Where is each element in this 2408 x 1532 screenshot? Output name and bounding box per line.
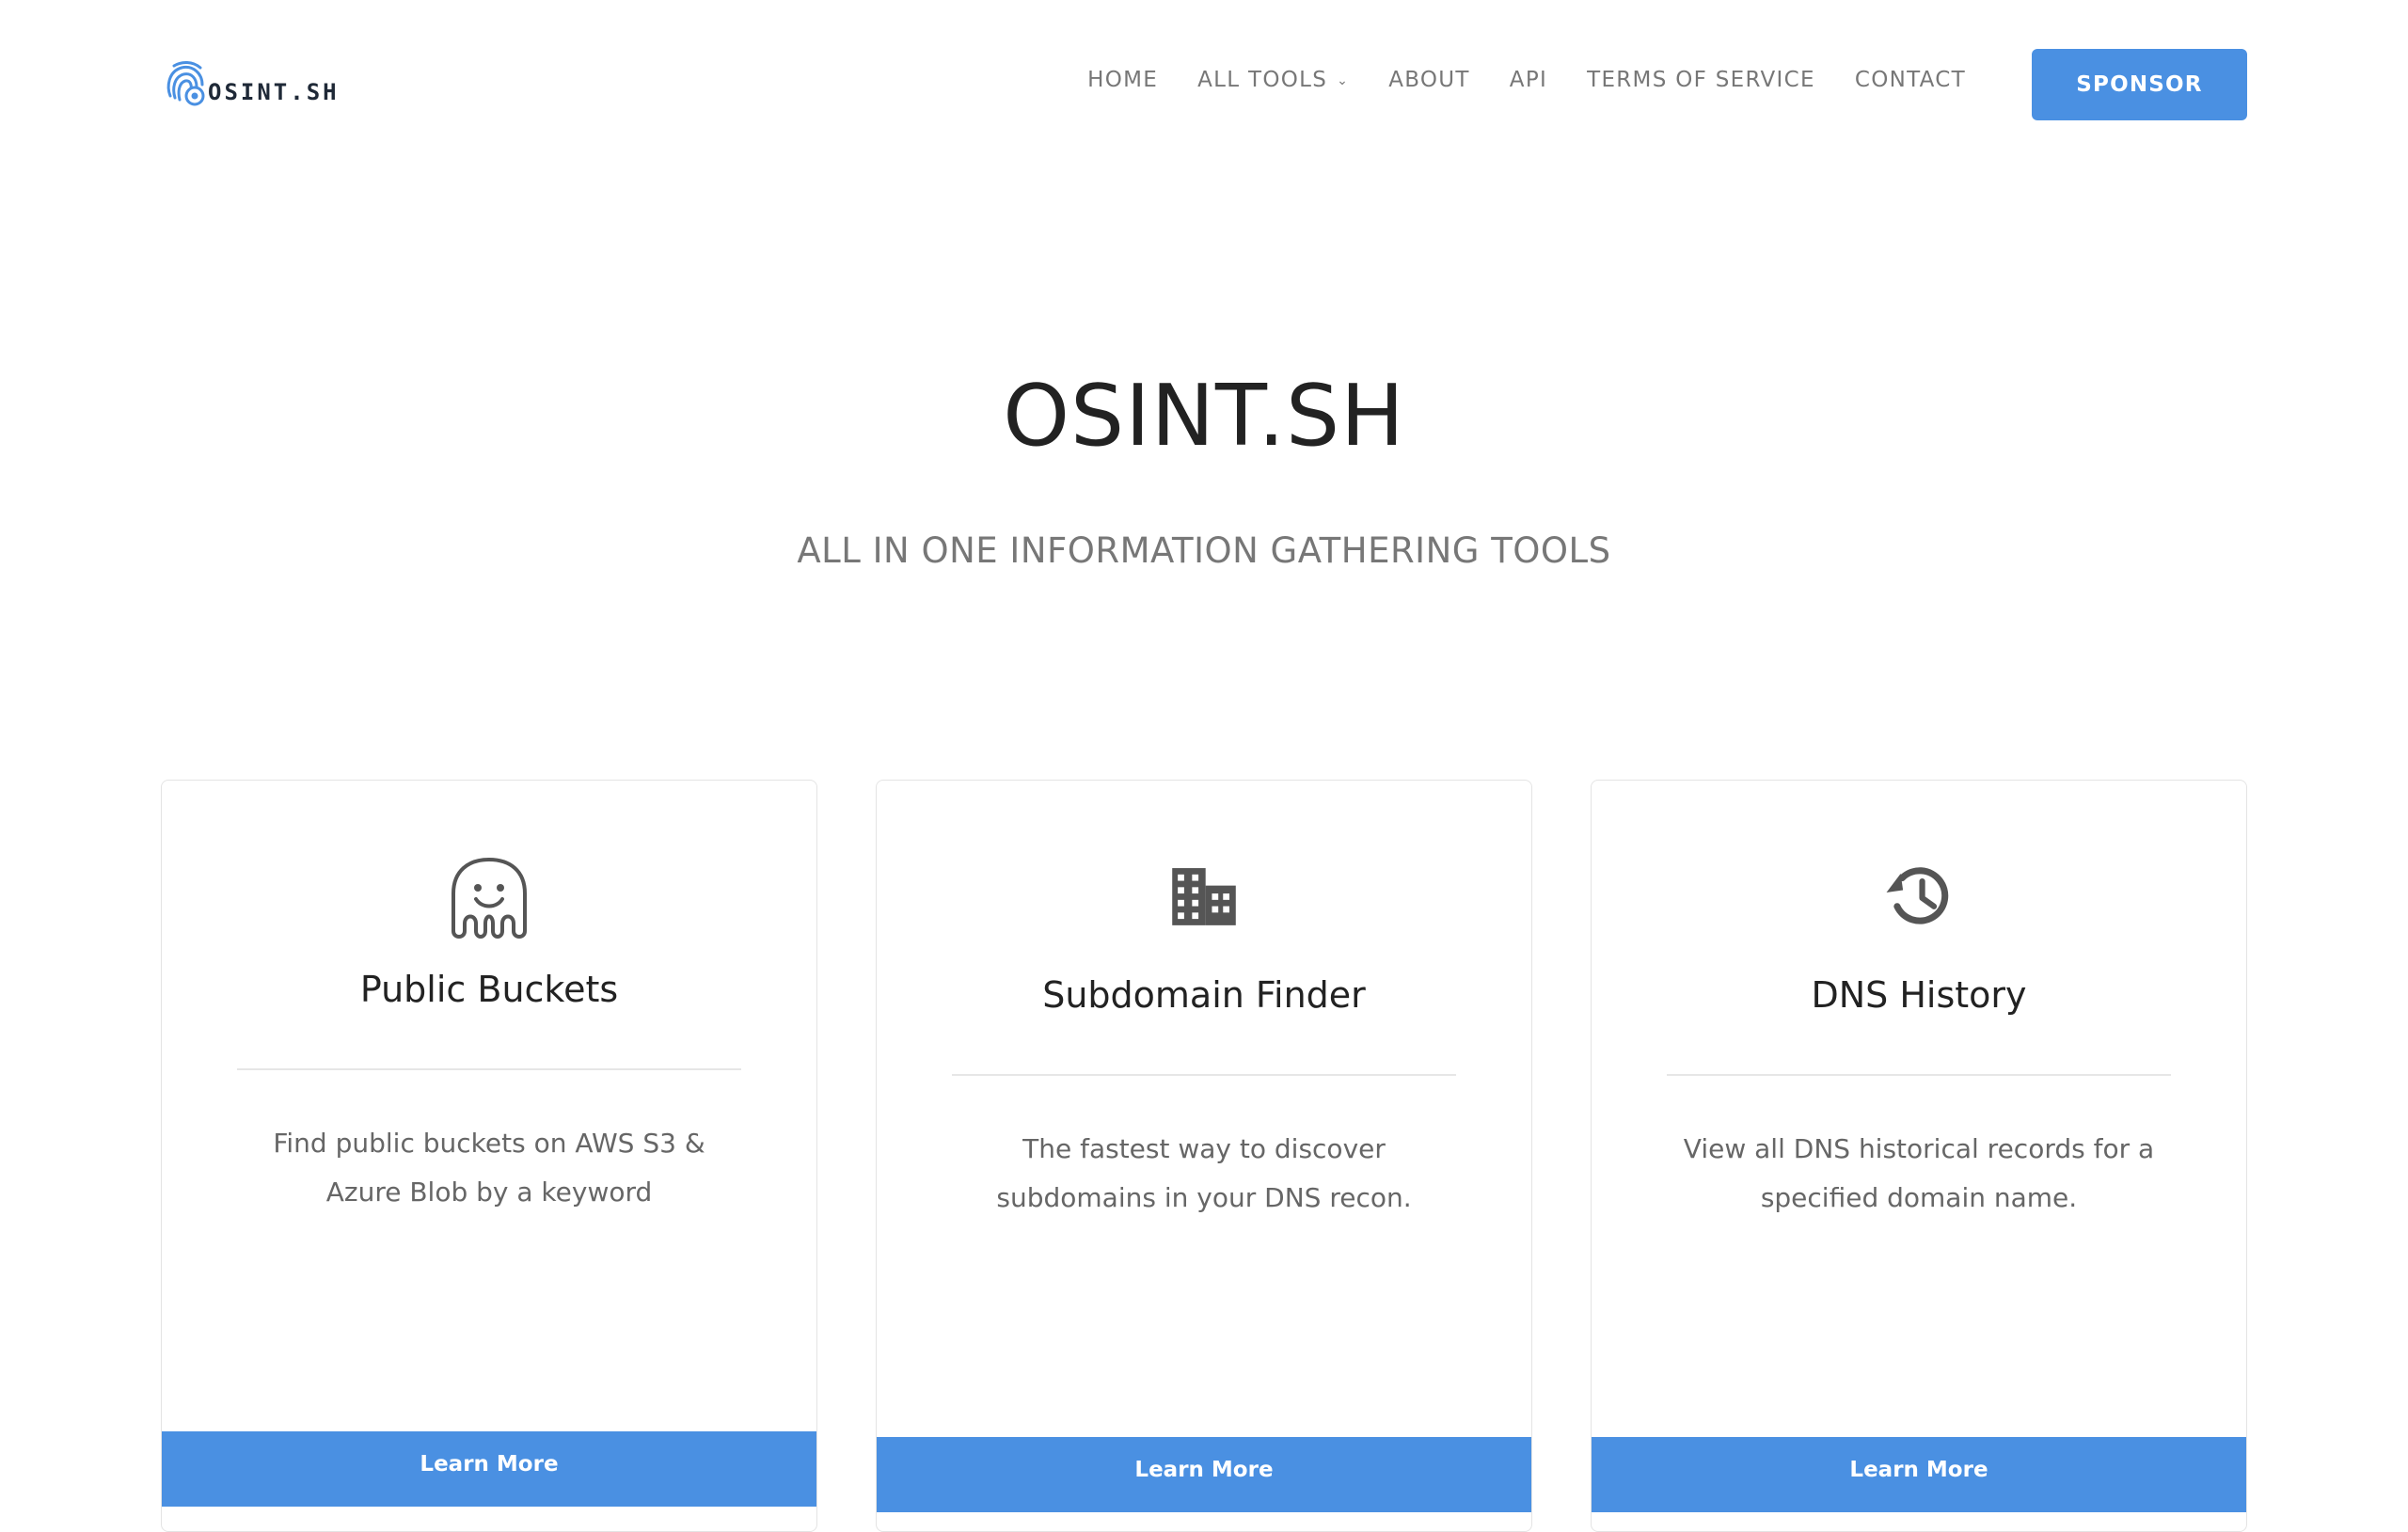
nav-contact-label: CONTACT — [1854, 68, 1966, 92]
learn-more-button[interactable]: Learn More — [1592, 1437, 2246, 1512]
learn-more-button[interactable]: Learn More — [877, 1437, 1531, 1512]
card-divider — [237, 1068, 741, 1070]
nav-home-label: HOME — [1087, 68, 1159, 92]
nav-terms[interactable]: TERMS OF SERVICE — [1587, 68, 1815, 92]
main-nav: HOME ALL TOOLS ⌄ ABOUT API TERMS OF SERV… — [1087, 68, 1966, 92]
nav-about[interactable]: ABOUT — [1388, 68, 1470, 92]
card-description: View all DNS historical records for a sp… — [1683, 1133, 2155, 1213]
fingerprint-logo-icon — [166, 61, 205, 106]
building-icon — [1172, 868, 1236, 925]
nav-contact[interactable]: CONTACT — [1855, 68, 1966, 92]
card-public-buckets: Public Buckets Find public buckets on AW… — [161, 780, 817, 1532]
site-header: OSINT.SH HOME ALL TOOLS ⌄ ABOUT API TERM… — [0, 0, 2408, 169]
ghost-icon — [452, 858, 527, 939]
card-title: Subdomain Finder — [1042, 974, 1366, 1016]
card-title: DNS History — [1811, 974, 2027, 1016]
chevron-down-icon: ⌄ — [1337, 73, 1350, 88]
card-description: The fastest way to discover subdomains i… — [996, 1133, 1412, 1213]
nav-api[interactable]: API — [1510, 68, 1547, 92]
logo-text: OSINT.SH — [208, 79, 340, 105]
site-logo[interactable]: OSINT.SH — [161, 58, 340, 107]
history-icon — [1886, 867, 1949, 924]
hero-title: OSINT.SH — [1003, 367, 1405, 466]
card-dns-history: DNS History View all DNS historical reco… — [1591, 780, 2247, 1532]
learn-more-button[interactable]: Learn More — [162, 1431, 816, 1507]
card-subdomain-finder: Subdomain Finder The fastest way to disc… — [876, 780, 1532, 1532]
card-divider — [1667, 1074, 2171, 1076]
nav-about-label: ABOUT — [1388, 68, 1470, 92]
card-description: Find public buckets on AWS S3 & Azure Bl… — [273, 1128, 705, 1208]
hero-subtitle: ALL IN ONE INFORMATION GATHERING TOOLS — [797, 530, 1611, 571]
nav-terms-label: TERMS OF SERVICE — [1587, 68, 1815, 92]
nav-api-label: API — [1509, 68, 1548, 92]
card-title: Public Buckets — [359, 969, 619, 1010]
nav-all-tools[interactable]: ALL TOOLS ⌄ — [1197, 68, 1349, 92]
card-divider — [952, 1074, 1456, 1076]
nav-home[interactable]: HOME — [1087, 68, 1158, 92]
sponsor-button[interactable]: SPONSOR — [2032, 49, 2247, 120]
nav-all-tools-label: ALL TOOLS — [1197, 68, 1328, 92]
